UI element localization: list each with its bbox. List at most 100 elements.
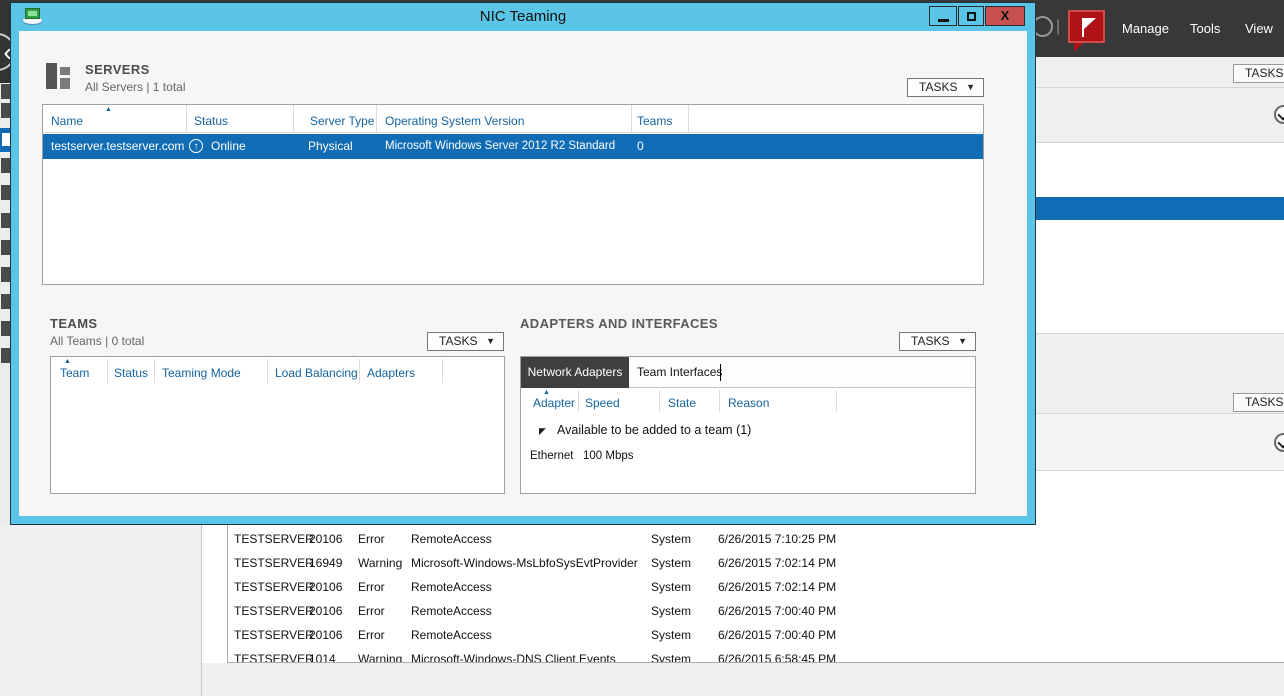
dialog-titlebar[interactable]: NIC Teaming X	[11, 3, 1035, 30]
event-severity: Error	[358, 623, 385, 647]
teams-tasks-button[interactable]: TASKS ▼	[427, 332, 504, 351]
event-severity: Warning	[358, 647, 402, 663]
divider	[1030, 470, 1284, 471]
background-section-header	[1030, 414, 1284, 470]
event-log: System	[651, 551, 691, 575]
server-teams-count: 0	[637, 134, 644, 159]
dialog-title: NIC Teaming	[11, 8, 1035, 25]
column-header[interactable]: Reason	[728, 396, 769, 410]
column-header[interactable]: Teaming Mode	[162, 366, 241, 380]
table-row[interactable]: TESTSERVER 20106 Error RemoteAccess Syst…	[228, 527, 1284, 551]
table-row[interactable]: TESTSERVER 1014 Warning Microsoft-Window…	[228, 647, 1284, 663]
event-id: 1014	[309, 647, 336, 663]
chevron-down-icon: ▼	[966, 79, 975, 96]
event-source: RemoteAccess	[411, 575, 492, 599]
server-name: testserver.testserver.com	[51, 134, 184, 159]
event-time: 6/26/2015 7:02:14 PM	[718, 551, 836, 575]
event-server: TESTSERVER	[234, 575, 314, 599]
event-id: 20106	[309, 599, 342, 623]
column-header[interactable]: Name	[51, 114, 83, 128]
event-severity: Warning	[358, 551, 402, 575]
teams-table: ▲ Team Status Teaming Mode Load Balancin…	[50, 356, 505, 494]
event-server: TESTSERVER	[234, 623, 314, 647]
teams-subheading: All Teams | 0 total	[50, 334, 144, 348]
divider	[1030, 333, 1284, 334]
column-header[interactable]: Team	[60, 366, 89, 380]
column-header[interactable]: Adapter	[533, 396, 575, 410]
column-header[interactable]: Server Type	[310, 114, 374, 128]
column-header[interactable]: Operating System Version	[385, 114, 524, 128]
adapter-speed: 100 Mbps	[583, 450, 634, 462]
servers-tasks-button[interactable]: TASKS ▼	[907, 78, 984, 97]
event-severity: Error	[358, 599, 385, 623]
server-os: Microsoft Windows Server 2012 R2 Standar…	[385, 134, 615, 159]
divider	[1030, 142, 1284, 143]
adapters-tasks-button[interactable]: TASKS ▼	[899, 332, 976, 351]
table-row[interactable]: TESTSERVER 20106 Error RemoteAccess Syst…	[228, 575, 1284, 599]
background-tasks-button[interactable]: TASKS	[1233, 393, 1284, 412]
event-server: TESTSERVER	[234, 551, 314, 575]
menu-tools[interactable]: Tools	[1190, 21, 1220, 36]
table-row[interactable]: TESTSERVER 16949 Warning Microsoft-Windo…	[228, 551, 1284, 575]
maximize-button[interactable]	[958, 6, 984, 26]
event-log: System	[651, 575, 691, 599]
notifications-flag-icon[interactable]	[1068, 10, 1105, 43]
column-header[interactable]: Load Balancing	[275, 366, 358, 380]
column-header[interactable]: Status	[114, 366, 148, 380]
event-time: 6/26/2015 7:10:25 PM	[718, 527, 836, 551]
event-severity: Error	[358, 575, 385, 599]
teams-table-header: ▲ Team Status Teaming Mode Load Balancin…	[51, 357, 504, 383]
adapters-table-header: ▲ Adapter Speed State Reason	[521, 388, 975, 412]
tab-network-adapters[interactable]: Network Adapters	[521, 357, 629, 388]
menu-view[interactable]: View	[1245, 21, 1273, 36]
server-status: Online	[211, 134, 246, 159]
screen: | Manage Tools View ‹ TASKS TASKS	[0, 0, 1284, 696]
servers-heading: SERVERS	[85, 62, 150, 77]
event-log: System	[651, 647, 691, 663]
event-server: TESTSERVER	[234, 527, 314, 551]
event-server: TESTSERVER	[234, 599, 314, 623]
column-header[interactable]: Teams	[637, 114, 672, 128]
background-tasks-button[interactable]: TASKS	[1233, 64, 1284, 83]
event-source: Microsoft-Windows-MsLbfoSysEvtProvider	[411, 551, 638, 575]
dialog-content: SERVERS All Servers | 1 total TASKS ▼ ▲ …	[19, 31, 1027, 516]
adapter-group-label[interactable]: Available to be added to a team (1)	[557, 423, 751, 437]
servers-table: ▲ Name Status Server Type Operating Syst…	[42, 104, 984, 285]
servers-table-header: ▲ Name Status Server Type Operating Syst…	[43, 105, 983, 133]
sort-ascending-icon: ▲	[64, 358, 71, 365]
event-source: RemoteAccess	[411, 599, 492, 623]
minimize-button[interactable]	[929, 6, 957, 26]
adapter-name: Ethernet	[530, 450, 573, 462]
flag-pennant	[1084, 18, 1096, 29]
server-type: Physical	[308, 134, 353, 159]
minimize-icon	[938, 19, 949, 22]
tab-team-interfaces[interactable]: Team Interfaces	[637, 357, 722, 388]
background-section-header	[1030, 88, 1284, 142]
table-row[interactable]: TESTSERVER 20106 Error RemoteAccess Syst…	[228, 623, 1284, 647]
adapters-heading: ADAPTERS AND INTERFACES	[520, 316, 718, 331]
event-time: 6/26/2015 7:02:14 PM	[718, 575, 836, 599]
group-expanded-icon[interactable]: ◤	[539, 426, 546, 437]
column-header[interactable]: State	[668, 396, 696, 410]
event-source: RemoteAccess	[411, 623, 492, 647]
event-source: Microsoft-Windows-DNS Client Events	[411, 647, 616, 663]
flag-tail	[1074, 43, 1083, 52]
maximize-icon	[967, 12, 976, 21]
column-header[interactable]: Status	[194, 114, 228, 128]
event-server: TESTSERVER	[234, 647, 314, 663]
table-row[interactable]: TESTSERVER 20106 Error RemoteAccess Syst…	[228, 599, 1284, 623]
adapters-tab-strip: Network Adapters Team Interfaces	[521, 357, 975, 388]
column-header[interactable]: Speed	[585, 396, 620, 410]
close-button[interactable]: X	[985, 6, 1025, 26]
text-cursor	[720, 364, 721, 381]
event-time: 6/26/2015 7:00:40 PM	[718, 599, 836, 623]
menu-manage[interactable]: Manage	[1122, 21, 1169, 36]
event-time: 6/26/2015 7:00:40 PM	[718, 623, 836, 647]
chevron-down-icon: ▼	[486, 333, 495, 350]
event-id: 20106	[309, 575, 342, 599]
column-header[interactable]: Adapters	[367, 366, 415, 380]
server-row-selected[interactable]: testserver.testserver.com ↑ Online Physi…	[43, 134, 983, 159]
adapters-panel: Network Adapters Team Interfaces ▲ Adapt…	[520, 356, 976, 494]
teams-heading: TEAMS	[50, 316, 98, 331]
event-source: RemoteAccess	[411, 527, 492, 551]
